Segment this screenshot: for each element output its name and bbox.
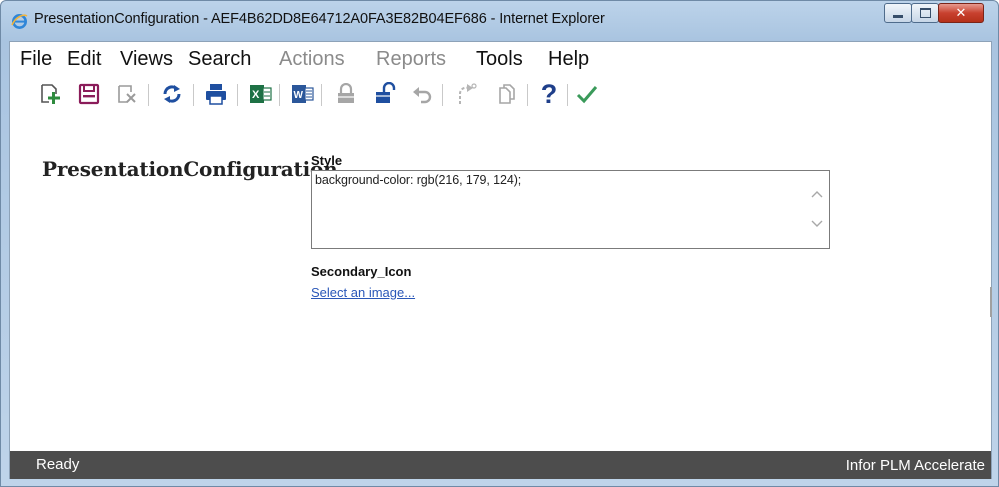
scroll-up-icon[interactable] — [809, 187, 825, 201]
svg-text:W: W — [294, 90, 304, 101]
scroll-down-icon[interactable] — [809, 217, 825, 231]
maximize-button[interactable] — [911, 3, 939, 23]
print-icon[interactable] — [202, 80, 230, 108]
ie-icon — [11, 13, 28, 30]
save-icon[interactable] — [75, 80, 103, 108]
redo-icon[interactable] — [452, 80, 480, 108]
maximize-icon — [919, 8, 931, 18]
toolbar-separator — [193, 84, 194, 106]
menu-edit[interactable]: Edit — [67, 48, 101, 71]
lock-icon[interactable] — [332, 80, 360, 108]
minimize-icon — [893, 14, 903, 18]
product-name: Infor PLM Accelerate — [845, 457, 985, 474]
check-icon[interactable] — [573, 80, 601, 108]
style-label: Style — [311, 153, 343, 168]
toolbar-separator — [527, 84, 528, 106]
menu-bar: File Edit Views Search Actions Reports T… — [10, 42, 991, 76]
status-bar: Ready Infor PLM Accelerate — [10, 451, 991, 479]
browser-window: PresentationConfiguration - AEF4B62DD8E6… — [0, 0, 999, 487]
menu-tools[interactable]: Tools — [476, 48, 523, 71]
new-icon[interactable] — [36, 80, 64, 108]
minimize-button[interactable] — [884, 3, 912, 23]
title-bar: PresentationConfiguration - AEF4B62DD8E6… — [1, 1, 998, 41]
refresh-icon[interactable] — [158, 80, 186, 108]
status-text: Ready — [36, 456, 80, 473]
style-textarea[interactable]: background-color: rgb(216, 179, 124); — [311, 170, 830, 249]
unlock-icon[interactable] — [371, 80, 399, 108]
menu-views[interactable]: Views — [120, 48, 173, 71]
toolbar-separator — [321, 84, 322, 106]
window-title: PresentationConfiguration - AEF4B62DD8E6… — [34, 11, 605, 27]
close-button[interactable]: ✕ — [938, 3, 984, 23]
menu-reports[interactable]: Reports — [376, 48, 446, 71]
client-area: File Edit Views Search Actions Reports T… — [9, 41, 992, 479]
style-value: background-color: rgb(216, 179, 124); — [315, 173, 522, 187]
toolbar-separator — [237, 84, 238, 106]
svg-text:X: X — [252, 89, 260, 101]
undo-icon[interactable] — [408, 80, 436, 108]
secondary-icon-label: Secondary_Icon — [311, 264, 412, 279]
scrollbar-thumb[interactable] — [990, 287, 992, 317]
help-icon[interactable]: ? — [535, 80, 563, 108]
help-glyph: ? — [540, 78, 558, 109]
menu-file[interactable]: File — [20, 48, 52, 71]
excel-icon[interactable]: X — [247, 80, 275, 108]
delete-icon[interactable] — [113, 80, 141, 108]
menu-search[interactable]: Search — [188, 48, 251, 71]
toolbar-separator — [567, 84, 568, 106]
close-icon: ✕ — [955, 5, 967, 21]
select-image-link[interactable]: Select an image... — [311, 285, 415, 300]
word-icon[interactable]: W — [289, 80, 317, 108]
toolbar-separator — [148, 84, 149, 106]
page-title: PresentationConfiguration — [42, 157, 338, 181]
copy-icon[interactable] — [492, 80, 520, 108]
toolbar: X W ? — [10, 76, 991, 114]
toolbar-separator — [279, 84, 280, 106]
window-controls: ✕ — [884, 3, 984, 25]
toolbar-separator — [442, 84, 443, 106]
menu-actions[interactable]: Actions — [279, 48, 345, 71]
menu-help[interactable]: Help — [548, 48, 589, 71]
